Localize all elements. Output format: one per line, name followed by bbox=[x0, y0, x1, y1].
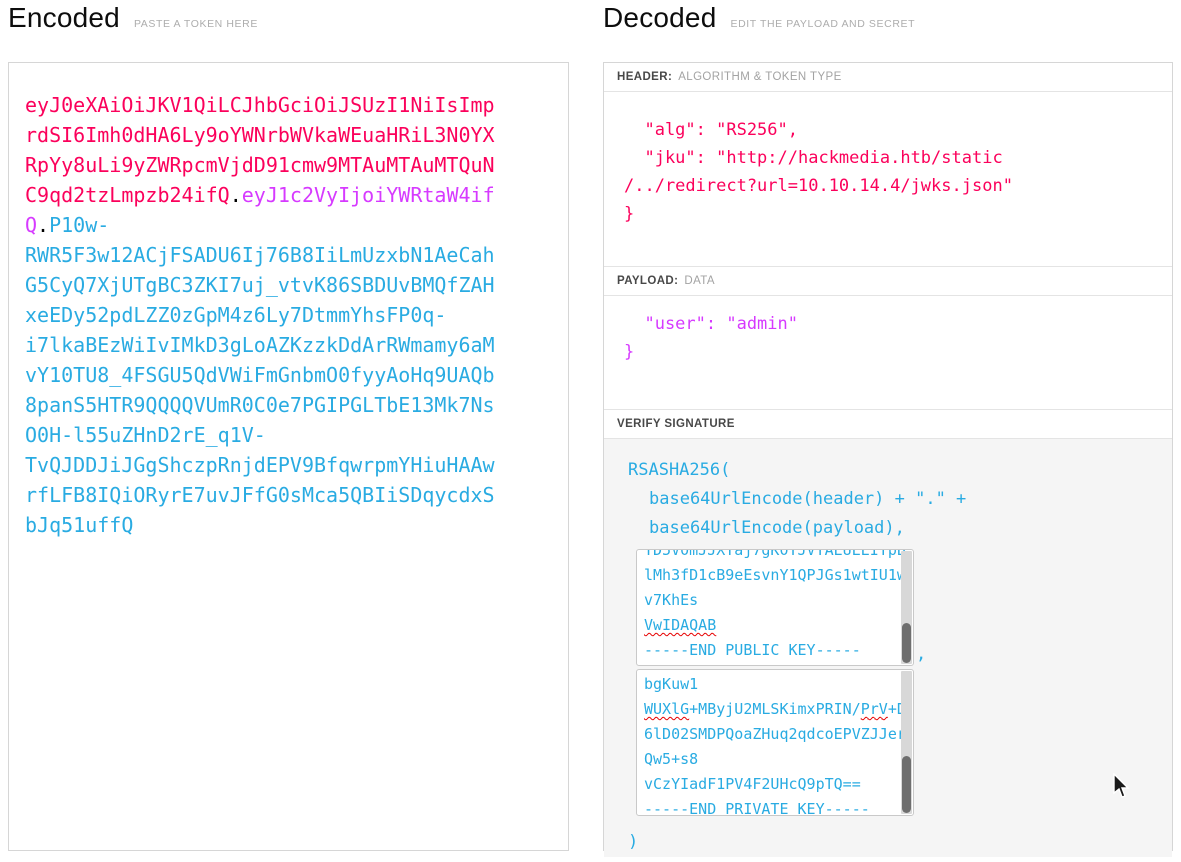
mouse-cursor-icon bbox=[1112, 773, 1131, 799]
encoded-title: Encoded bbox=[8, 2, 120, 34]
token-signature-part[interactable]: P10w-RWR5F3w12ACjFSADU6Ij76B8IiLmUzxbN1A… bbox=[25, 213, 495, 537]
signature-encode-payload-line: base64UrlEncode(payload), bbox=[628, 514, 1172, 543]
private-key-scrollbar-thumb[interactable] bbox=[902, 756, 911, 813]
payload-section-label-row: PAYLOAD: DATA bbox=[604, 267, 1172, 296]
verify-signature-label-row: VERIFY SIGNATURE bbox=[604, 410, 1172, 439]
encoded-heading: Encoded PASTE A TOKEN HERE bbox=[8, 2, 258, 34]
encoded-token-editor[interactable]: eyJ0eXAiOiJKV1QiLCJhbGciOiJSUzI1NiIsImpr… bbox=[8, 62, 569, 851]
token-dot-1: . bbox=[230, 183, 242, 207]
jwt-debugger-page: Encoded PASTE A TOKEN HERE eyJ0eXAiOiJKV… bbox=[0, 0, 1181, 862]
payload-section-label: PAYLOAD: bbox=[617, 275, 678, 287]
decoded-header-json-editor[interactable]: "alg": "RS256", "jku": "http://hackmedia… bbox=[604, 92, 1172, 267]
private-key-scrollbar[interactable] bbox=[901, 671, 912, 814]
public-key-textarea[interactable]: TD5V0mJJXTaj7gK0TJVYAEUEEIYpBlMh3fD1cB9e… bbox=[636, 549, 914, 666]
token-dot-2: . bbox=[37, 213, 49, 237]
public-key-scrollbar-thumb[interactable] bbox=[902, 623, 911, 663]
public-key-row: TD5V0mJJXTaj7gK0TJVYAEUEEIYpBlMh3fD1cB9e… bbox=[628, 543, 1172, 666]
private-key-text[interactable]: bgKuw1WUXlG+MByjU2MLSKimxPRIN/PrV+D6lD02… bbox=[637, 672, 913, 816]
private-key-textarea[interactable]: bgKuw1WUXlG+MByjU2MLSKimxPRIN/PrV+D6lD02… bbox=[636, 669, 914, 816]
verify-signature-content: RSASHA256( base64UrlEncode(header) + "."… bbox=[604, 439, 1172, 857]
decoded-panel: HEADER: ALGORITHM & TOKEN TYPE "alg": "R… bbox=[603, 62, 1173, 851]
encoded-subtitle: PASTE A TOKEN HERE bbox=[134, 18, 258, 30]
decoded-heading: Decoded EDIT THE PAYLOAD AND SECRET bbox=[603, 2, 915, 34]
public-key-scrollbar[interactable] bbox=[901, 551, 912, 664]
encoded-token-text[interactable]: eyJ0eXAiOiJKV1QiLCJhbGciOiJSUzI1NiIsImpr… bbox=[25, 90, 497, 540]
signature-close-paren: ) bbox=[628, 828, 1172, 857]
signature-algorithm-line: RSASHA256( bbox=[628, 456, 1172, 485]
public-key-text[interactable]: TD5V0mJJXTaj7gK0TJVYAEUEEIYpBlMh3fD1cB9e… bbox=[637, 549, 913, 663]
private-key-row: bgKuw1WUXlG+MByjU2MLSKimxPRIN/PrV+D6lD02… bbox=[628, 666, 1172, 816]
header-section-label: HEADER: bbox=[617, 71, 672, 83]
header-section-label-row: HEADER: ALGORITHM & TOKEN TYPE bbox=[604, 63, 1172, 92]
decoded-payload-json-editor[interactable]: "user": "admin" } bbox=[604, 296, 1172, 410]
payload-section-sublabel: DATA bbox=[684, 275, 715, 287]
header-section-sublabel: ALGORITHM & TOKEN TYPE bbox=[678, 71, 841, 83]
decoded-title: Decoded bbox=[603, 2, 716, 34]
verify-signature-label: VERIFY SIGNATURE bbox=[617, 418, 735, 430]
signature-comma: , bbox=[916, 644, 926, 664]
signature-encode-header-line: base64UrlEncode(header) + "." + bbox=[628, 485, 1172, 514]
decoded-subtitle: EDIT THE PAYLOAD AND SECRET bbox=[730, 18, 915, 30]
